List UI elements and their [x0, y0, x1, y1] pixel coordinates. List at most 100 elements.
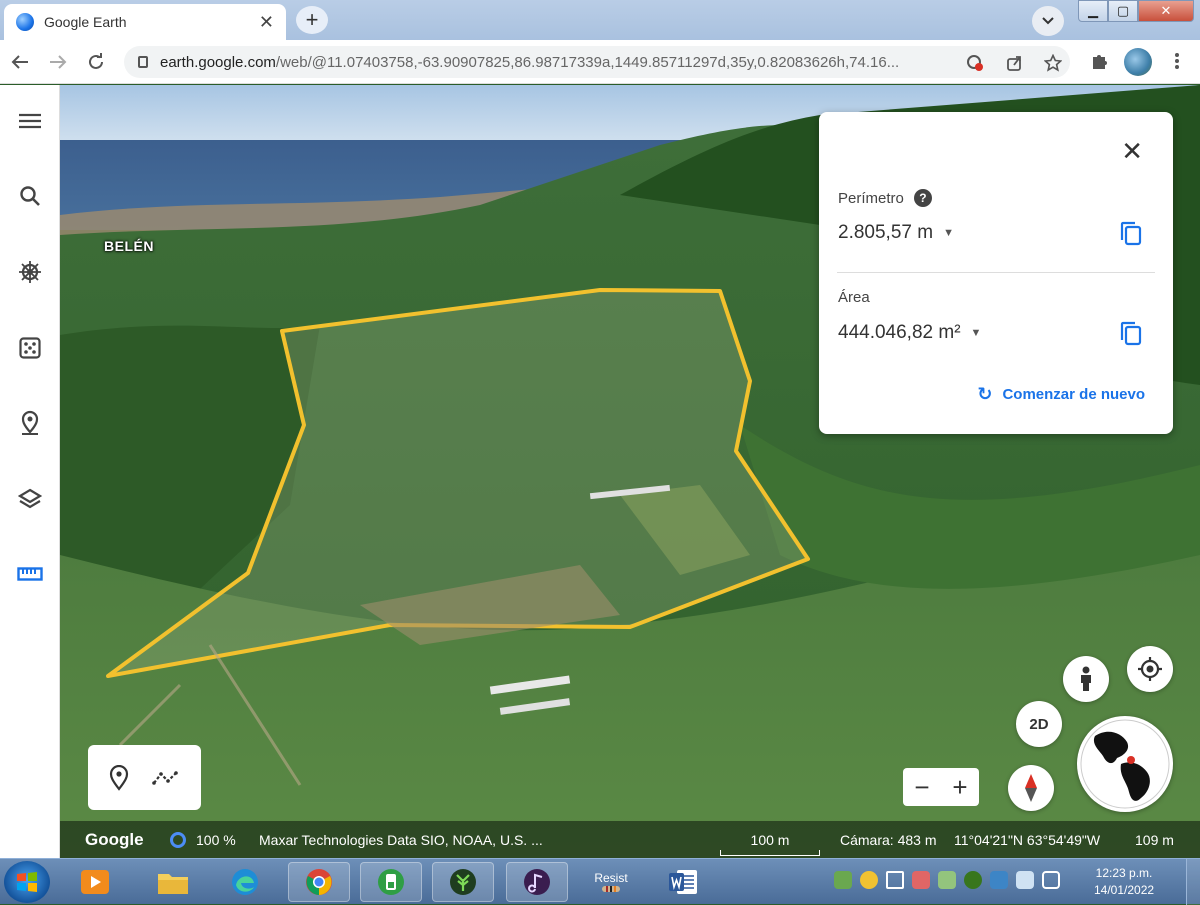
map-status-bar: Google 100 % Maxar Technologies Data SIO…	[60, 821, 1200, 858]
map-style-button[interactable]	[12, 481, 48, 517]
projects-button[interactable]	[12, 405, 48, 441]
taskbar-app-plant[interactable]	[432, 862, 494, 902]
back-button[interactable]	[8, 50, 32, 74]
loading-ring-icon	[170, 831, 186, 848]
taskbar-clock[interactable]: 12:23 p.m. 14/01/2022	[1094, 865, 1154, 899]
caret-down-icon: ▼	[943, 227, 954, 239]
data-attribution[interactable]: Maxar Technologies Data SIO, NOAA, U.S. …	[259, 832, 543, 848]
restart-label: Comenzar de nuevo	[1002, 386, 1145, 403]
volume-icon[interactable]	[886, 871, 904, 889]
feeling-lucky-button[interactable]	[12, 330, 48, 366]
system-tray	[834, 871, 1060, 889]
camera-altitude: Cámara: 483 m	[840, 831, 937, 848]
tab-google-earth[interactable]: Google Earth ✕	[4, 4, 286, 40]
taskbar-media-player[interactable]	[64, 862, 126, 902]
restart-button[interactable]: ↻ Comenzar de nuevo	[977, 384, 1145, 405]
network-icon[interactable]	[912, 871, 930, 889]
extensions-puzzle-icon[interactable]	[1088, 50, 1110, 72]
my-location-button[interactable]	[1127, 646, 1173, 692]
tab-search-button[interactable]	[1032, 6, 1064, 36]
tab-close-button[interactable]: ✕	[259, 12, 274, 33]
taskbar-word[interactable]	[652, 862, 714, 902]
measure-icon	[17, 567, 43, 581]
zoom-out-button[interactable]: −	[914, 772, 929, 803]
add-path-icon[interactable]	[151, 769, 180, 787]
map-style-icon	[18, 488, 42, 509]
measure-panel: ✕ Perímetro ? 2.805,57 m ▼ Área 444.046,…	[819, 112, 1173, 434]
location-blocked-icon[interactable]	[966, 54, 984, 72]
compass-button[interactable]	[1008, 765, 1054, 811]
globe-overview-button[interactable]	[1077, 716, 1173, 812]
tray-app4-icon[interactable]	[1016, 871, 1034, 889]
left-toolbar	[0, 85, 60, 858]
share-icon[interactable]	[1006, 54, 1024, 72]
chevron-down-icon	[1042, 17, 1054, 25]
resistor-icon	[602, 886, 620, 892]
area-value-text: 444.046,82 m²	[838, 322, 961, 343]
restart-icon: ↻	[977, 384, 993, 404]
compass-icon	[1025, 774, 1037, 802]
folder-icon	[158, 874, 188, 894]
start-button[interactable]	[4, 861, 50, 903]
loading-percent: 100 %	[196, 831, 236, 848]
drawing-tools	[88, 745, 201, 810]
copy-perimeter-icon[interactable]	[1119, 221, 1143, 247]
menu-button[interactable]	[12, 103, 48, 139]
taskbar-file-explorer[interactable]	[142, 862, 204, 902]
earth-map-view[interactable]: BELÉN ✕ Perímetro ? 2.805,57 m ▼ Área 44…	[60, 85, 1200, 858]
toggle-2d-button[interactable]: 2D	[1016, 701, 1062, 747]
panel-divider	[837, 272, 1155, 273]
taskbar-app-green[interactable]	[360, 862, 422, 902]
chrome-browser-icon	[306, 869, 332, 895]
browser-tab-strip: Google Earth ✕ + ▁ ▢ ✕	[0, 0, 1200, 40]
zoom-in-button[interactable]: +	[952, 772, 967, 803]
perimeter-value-text: 2.805,57 m	[838, 222, 934, 243]
search-button[interactable]	[12, 178, 48, 214]
forward-button[interactable]	[46, 50, 70, 74]
bookmark-star-icon[interactable]	[1044, 54, 1062, 72]
ground-elevation: 109 m	[1135, 831, 1174, 848]
music-app-icon	[524, 869, 550, 895]
reload-button[interactable]	[84, 50, 108, 74]
window-minimize-button[interactable]: ▁	[1078, 0, 1108, 22]
arrow-right-icon	[50, 55, 67, 69]
tray-app2-icon[interactable]	[938, 871, 956, 889]
shield-icon[interactable]	[990, 871, 1008, 889]
reload-icon	[89, 53, 103, 69]
help-icon[interactable]: ?	[913, 189, 932, 207]
windows-taskbar: Resist 12:23 p.m. 14/01/2022	[0, 858, 1200, 905]
window-close-button[interactable]: ✕	[1138, 0, 1194, 22]
loading-indicator: 100 %	[170, 831, 236, 848]
street-view-button[interactable]	[1063, 656, 1109, 702]
green-app-icon	[378, 869, 404, 895]
url-host: earth.google.com	[160, 53, 276, 71]
place-label-belen[interactable]: BELÉN	[104, 238, 154, 254]
perimeter-value[interactable]: 2.805,57 m ▼	[838, 222, 954, 244]
address-bar[interactable]: earth.google.com/web/@11.07403758,-63.90…	[124, 46, 1070, 78]
area-label: Área	[838, 289, 870, 306]
window-maximize-button[interactable]: ▢	[1108, 0, 1138, 22]
voyager-button[interactable]	[12, 254, 48, 290]
copy-area-icon[interactable]	[1119, 321, 1143, 347]
measure-close-button[interactable]: ✕	[1121, 138, 1143, 164]
tray-app-icon[interactable]	[834, 871, 852, 889]
clock-time: 12:23 p.m.	[1095, 866, 1153, 880]
show-desktop-button[interactable]	[1186, 859, 1200, 905]
taskbar-chrome[interactable]	[288, 862, 350, 902]
browser-menu-kebab-icon[interactable]	[1166, 50, 1188, 72]
taskbar-app-music[interactable]	[506, 862, 568, 902]
scale-bar: 100 m	[720, 832, 820, 856]
tray-plus-icon[interactable]	[860, 871, 878, 889]
taskbar-edge[interactable]	[214, 862, 276, 902]
area-value[interactable]: 444.046,82 m² ▼	[838, 322, 981, 344]
new-tab-button[interactable]: +	[296, 6, 328, 34]
add-placemark-icon[interactable]	[109, 764, 129, 791]
projects-icon	[21, 410, 39, 435]
action-center-icon[interactable]	[1042, 871, 1060, 889]
measure-button[interactable]	[12, 556, 48, 592]
taskbar-resist-app[interactable]: Resist	[580, 862, 642, 902]
tray-app3-icon[interactable]	[964, 871, 982, 889]
profile-avatar[interactable]	[1124, 48, 1152, 76]
google-logo: Google	[85, 829, 144, 849]
menu-icon	[19, 113, 41, 129]
